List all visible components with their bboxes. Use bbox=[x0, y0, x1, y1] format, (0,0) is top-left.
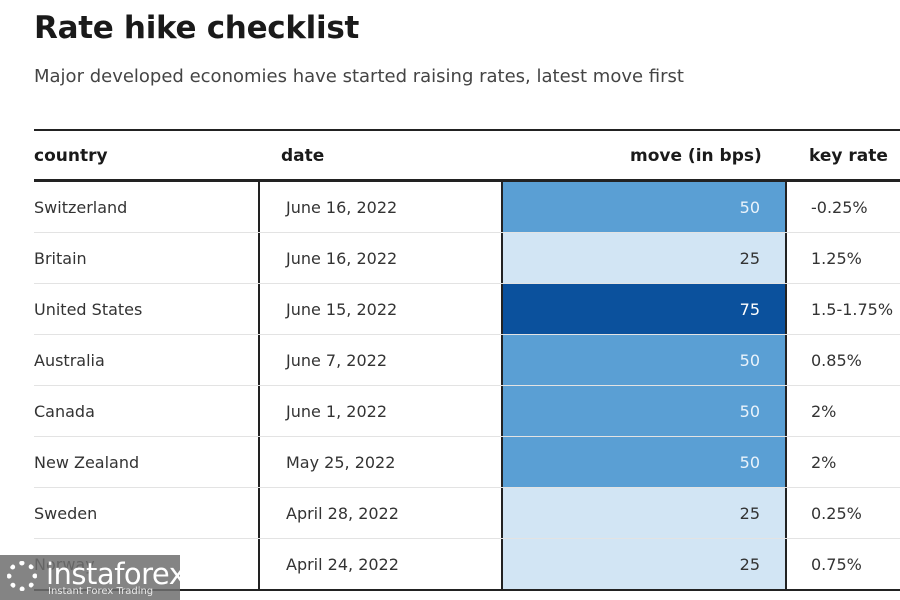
watermark: instaforex Instant Forex Trading bbox=[0, 555, 186, 600]
cell-key-rate: 2% bbox=[811, 452, 837, 472]
cell-move-bar: 50 bbox=[501, 182, 787, 232]
cell-country: Australia bbox=[34, 350, 105, 370]
table-row: Canada June 1, 2022 50 2% bbox=[34, 386, 900, 437]
watermark-tagline: Instant Forex Trading bbox=[48, 586, 154, 597]
cell-move-bar: 25 bbox=[501, 233, 787, 283]
cell-date: April 24, 2022 bbox=[258, 539, 501, 589]
cell-date: June 16, 2022 bbox=[258, 233, 501, 283]
header-country: country bbox=[34, 146, 108, 166]
table-row: Australia June 7, 2022 50 0.85% bbox=[34, 335, 900, 386]
cell-key-rate: 1.25% bbox=[811, 248, 862, 268]
header-move: move (in bps) bbox=[630, 146, 762, 166]
cell-country: Britain bbox=[34, 248, 87, 268]
cell-date: June 7, 2022 bbox=[258, 335, 501, 385]
cell-date: April 28, 2022 bbox=[258, 488, 501, 538]
cell-country: Sweden bbox=[34, 503, 98, 523]
cell-move-bar: 25 bbox=[501, 539, 787, 589]
table-header: country date move (in bps) key rate bbox=[34, 129, 900, 182]
table-row: New Zealand May 25, 2022 50 2% bbox=[34, 437, 900, 488]
cell-move-bar: 50 bbox=[501, 335, 787, 385]
cell-key-rate: 2% bbox=[811, 401, 837, 421]
cell-country: United States bbox=[34, 299, 143, 319]
cell-country: New Zealand bbox=[34, 452, 140, 472]
cell-move-bar: 50 bbox=[501, 437, 787, 487]
chart-subtitle: Major developed economies have started r… bbox=[34, 66, 684, 87]
cell-country: Canada bbox=[34, 401, 95, 421]
cell-date: June 16, 2022 bbox=[258, 182, 501, 232]
cell-date: June 1, 2022 bbox=[258, 386, 501, 436]
table-row: Switzerland June 16, 2022 50 -0.25% bbox=[34, 182, 900, 233]
cell-country: Switzerland bbox=[34, 197, 128, 217]
table-row: Sweden April 28, 2022 25 0.25% bbox=[34, 488, 900, 539]
rate-table: country date move (in bps) key rate Swit… bbox=[34, 129, 900, 591]
table-row: United States June 15, 2022 75 1.5-1.75% bbox=[34, 284, 900, 335]
gear-logo-icon bbox=[7, 561, 37, 591]
cell-key-rate: 1.5-1.75% bbox=[811, 299, 894, 319]
cell-move-bar: 50 bbox=[501, 386, 787, 436]
table-body: Switzerland June 16, 2022 50 -0.25% Britain J… bbox=[34, 182, 900, 591]
header-key-rate: key rate bbox=[809, 146, 888, 166]
cell-date: May 25, 2022 bbox=[258, 437, 501, 487]
header-date: date bbox=[281, 146, 325, 166]
cell-move-bar: 75 bbox=[501, 284, 787, 334]
cell-key-rate: 0.75% bbox=[811, 554, 862, 574]
chart-title: Rate hike checklist bbox=[34, 10, 360, 46]
cell-date: June 15, 2022 bbox=[258, 284, 501, 334]
cell-key-rate: -0.25% bbox=[811, 197, 868, 217]
cell-key-rate: 0.85% bbox=[811, 350, 862, 370]
table-row: Britain June 16, 2022 25 1.25% bbox=[34, 233, 900, 284]
cell-move-bar: 25 bbox=[501, 488, 787, 538]
cell-key-rate: 0.25% bbox=[811, 503, 862, 523]
